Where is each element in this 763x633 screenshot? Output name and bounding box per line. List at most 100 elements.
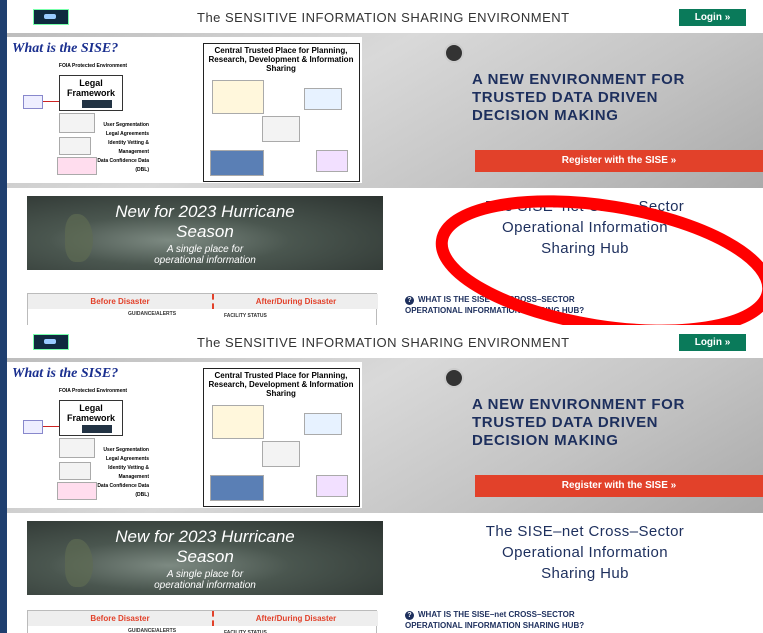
label-identity-vetting: Identity Vetting & Management — [108, 140, 149, 155]
diagram-left-labels: User Segmentation Legal Agreements Ident… — [97, 121, 149, 175]
diagram-center-panel: Central Trusted Place for Planning, Rese… — [203, 368, 360, 507]
hub-title: The SISE–net Cross–Sector Operational In… — [407, 521, 763, 584]
logo-mark — [44, 14, 56, 19]
hurricane-subtitle: A single place for operational informati… — [27, 569, 383, 591]
hurricane-sub-line-1: A single place for — [166, 244, 244, 255]
faq-line-1: WHAT IS THE SISE–net CROSS–SECTOR — [418, 610, 575, 619]
site-logo[interactable] — [33, 9, 69, 25]
segmentation-icon — [59, 438, 95, 458]
planning-chart-icon — [316, 150, 348, 172]
hurricane-season-banner[interactable]: New for 2023 Hurricane Season A single p… — [27, 521, 383, 595]
us-map-icon — [210, 475, 264, 501]
red-ellipse-annotation — [435, 195, 763, 325]
top-bar: The SENSITIVE INFORMATION SHARING ENVIRO… — [7, 0, 763, 33]
legal-framework-label: Legal Framework — [66, 403, 116, 423]
laptop-icon — [262, 116, 300, 142]
faq-link[interactable]: ? WHAT IS THE SISE–net CROSS–SECTOR OPERA… — [405, 609, 763, 631]
label-data-confidence: Data Confidence Data (DBL) — [97, 483, 149, 498]
segmentation-icon — [59, 113, 95, 133]
hurricane-season-banner[interactable]: New for 2023 Hurricane Season A single p… — [27, 196, 383, 270]
hero-headline: A NEW ENVIRONMENT FOR TRUSTED DATA DRIVE… — [472, 71, 762, 125]
analytics-icon — [304, 88, 342, 110]
question-circle-icon: ? — [405, 611, 414, 620]
legal-framework-label: Legal Framework — [66, 78, 116, 98]
table-header-after: After/During Disaster — [212, 294, 378, 309]
legal-framework-bar — [82, 100, 112, 108]
hero-headline-line-2: TRUSTED DATA DRIVEN — [472, 414, 659, 431]
hurricane-subtitle: A single place for operational informati… — [27, 244, 383, 266]
label-user-segmentation: User Segmentation — [103, 447, 149, 453]
faq-line-2: OPERATIONAL INFORMATION SHARING HUB? — [405, 621, 585, 630]
hero-banner: What is the SISE? FOIA Protected Environ… — [7, 33, 763, 188]
hero-headline-line-1: A NEW ENVIRONMENT FOR — [472, 396, 685, 413]
site-title: The SENSITIVE INFORMATION SHARING ENVIRO… — [197, 10, 570, 25]
site-logo[interactable] — [33, 334, 69, 350]
diagram-foia-heading: FOIA Protected Environment — [58, 388, 128, 394]
sise-diagram-image: What is the SISE? FOIA Protected Environ… — [7, 37, 362, 183]
hero-headline-line-3: DECISION MAKING — [472, 107, 619, 124]
table-cell-guidance: GUIDANCE/ALERTS — [128, 628, 177, 633]
diagram-center-panel: Central Trusted Place for Planning, Rese… — [203, 43, 360, 182]
planning-chart-icon — [316, 475, 348, 497]
table-header-after: After/During Disaster — [212, 611, 378, 626]
disaster-table: Before Disaster After/During Disaster GU… — [27, 293, 378, 325]
hurricane-title: New for 2023 Hurricane Season — [27, 202, 383, 242]
hurricane-title-line-2: Season — [176, 547, 234, 566]
table-cell-facility: FACILITY STATUS — [224, 313, 267, 319]
community-icon — [212, 405, 264, 439]
hurricane-title-line-2: Season — [176, 222, 234, 241]
network-icon — [23, 95, 43, 109]
hub-title-line-2: Operational Information — [502, 544, 668, 561]
network-icon — [23, 420, 43, 434]
dhs-seal-icon — [444, 368, 464, 388]
hero-banner: What is the SISE? FOIA Protected Environ… — [7, 358, 763, 513]
hub-title-line-1: The SISE–net Cross–Sector — [485, 523, 685, 540]
label-data-confidence: Data Confidence Data (DBL) — [97, 158, 149, 173]
login-button[interactable]: Login » — [679, 334, 746, 351]
register-button[interactable]: Register with the SISE » — [475, 150, 763, 172]
login-button[interactable]: Login » — [679, 9, 746, 26]
page-capture-bottom: The SENSITIVE INFORMATION SHARING ENVIRO… — [7, 325, 763, 633]
diagram-center-title: Central Trusted Place for Planning, Rese… — [208, 46, 354, 73]
laptop-icon — [262, 441, 300, 467]
label-legal-agreements: Legal Agreements — [105, 456, 149, 462]
hero-headline-line-1: A NEW ENVIRONMENT FOR — [472, 71, 685, 88]
document-stack-icon — [59, 137, 91, 155]
label-identity-vetting: Identity Vetting & Management — [108, 465, 149, 480]
hero-headline-line-2: TRUSTED DATA DRIVEN — [472, 89, 659, 106]
arrow-connector — [43, 426, 59, 427]
hero-headline: A NEW ENVIRONMENT FOR TRUSTED DATA DRIVE… — [472, 396, 762, 450]
data-grid-icon — [57, 482, 97, 500]
diagram-foia-heading: FOIA Protected Environment — [58, 63, 128, 69]
hurricane-sub-line-1: A single place for — [166, 569, 244, 580]
hurricane-title: New for 2023 Hurricane Season — [27, 527, 383, 567]
hurricane-title-line-1: New for 2023 Hurricane — [115, 527, 295, 546]
legal-framework-bar — [82, 425, 112, 433]
data-grid-icon — [57, 157, 97, 175]
hurricane-sub-line-2: operational information — [154, 580, 256, 591]
analytics-icon — [304, 413, 342, 435]
table-cell-guidance: GUIDANCE/ALERTS — [128, 311, 177, 317]
diagram-title: What is the SISE? — [12, 366, 119, 381]
sise-diagram-image: What is the SISE? FOIA Protected Environ… — [7, 362, 362, 508]
logo-mark — [44, 339, 56, 344]
page-capture-top: The SENSITIVE INFORMATION SHARING ENVIRO… — [7, 0, 763, 325]
label-user-segmentation: User Segmentation — [103, 122, 149, 128]
hurricane-sub-line-2: operational information — [154, 255, 256, 266]
label-legal-agreements: Legal Agreements — [105, 131, 149, 137]
dhs-seal-icon — [444, 43, 464, 63]
table-header-before: Before Disaster — [28, 294, 212, 309]
diagram-left-labels: User Segmentation Legal Agreements Ident… — [97, 446, 149, 500]
hub-title-line-3: Sharing Hub — [541, 565, 629, 582]
arrow-connector — [43, 101, 59, 102]
site-title: The SENSITIVE INFORMATION SHARING ENVIRO… — [197, 335, 570, 350]
register-button[interactable]: Register with the SISE » — [475, 475, 763, 497]
question-circle-icon: ? — [405, 296, 414, 305]
diagram-title: What is the SISE? — [12, 41, 119, 56]
community-icon — [212, 80, 264, 114]
legal-framework-box: Legal Framework — [59, 75, 123, 111]
us-map-icon — [210, 150, 264, 176]
document-stack-icon — [59, 462, 91, 480]
top-bar: The SENSITIVE INFORMATION SHARING ENVIRO… — [7, 325, 763, 358]
diagram-center-title: Central Trusted Place for Planning, Rese… — [208, 371, 354, 398]
